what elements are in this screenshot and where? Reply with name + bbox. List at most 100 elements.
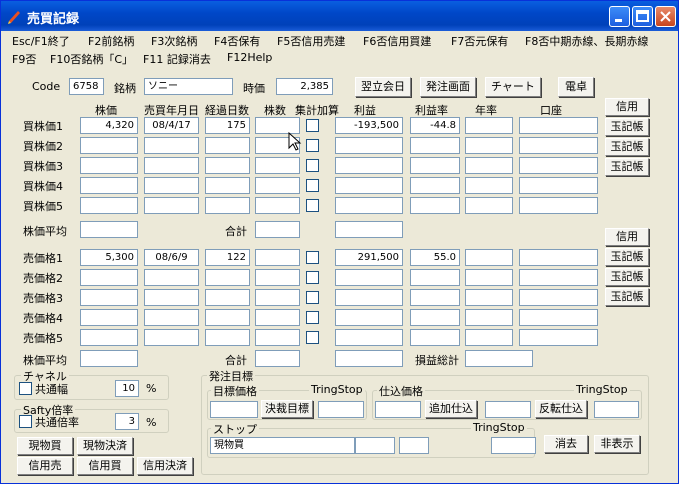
sell-ledger-button[interactable]: 玉記帳 — [605, 248, 649, 266]
buy-rate-field[interactable] — [410, 137, 460, 154]
sell-profit-field[interactable]: 291,500 — [335, 249, 403, 266]
buy-date-field[interactable] — [144, 177, 199, 194]
buy-account-field[interactable] — [519, 177, 598, 194]
menu-help[interactable]: F12Help — [227, 51, 272, 64]
minimize-button[interactable] — [609, 6, 630, 27]
buy-date-field[interactable]: 08/4/17 — [144, 117, 199, 134]
buy-shares-field[interactable] — [255, 177, 300, 194]
order-screen-button[interactable]: 発注画面 — [420, 77, 476, 97]
buy-annual-field[interactable] — [465, 177, 513, 194]
sell-annual-field[interactable] — [465, 289, 513, 306]
aggregate-checkbox[interactable] — [306, 271, 319, 284]
menu-not-original[interactable]: F7否元保有 — [451, 33, 508, 49]
sell-annual-field[interactable] — [465, 309, 513, 326]
credit-buy-button[interactable]: 信用買 — [77, 457, 133, 475]
sell-date-field[interactable] — [144, 289, 199, 306]
calculator-button[interactable]: 電卓 — [558, 77, 594, 97]
sell-shares-field[interactable] — [255, 269, 300, 286]
sell-total-shares-field[interactable] — [255, 350, 300, 367]
buy-profit-field[interactable] — [335, 137, 403, 154]
sell-price-field[interactable] — [80, 289, 138, 306]
common-width-checkbox[interactable] — [19, 382, 32, 395]
buy-date-field[interactable] — [144, 137, 199, 154]
hide-button[interactable]: 非表示 — [594, 435, 640, 453]
sell-rate-field[interactable]: 55.0 — [410, 249, 460, 266]
sell-date-field[interactable] — [144, 309, 199, 326]
title-bar[interactable]: 売買記録 — [1, 1, 678, 31]
buy-shares-field[interactable] — [255, 197, 300, 214]
sell-shares-field[interactable] — [255, 309, 300, 326]
aggregate-checkbox[interactable] — [306, 311, 319, 324]
menu-clear-record[interactable]: F11 記録消去 — [143, 51, 211, 67]
aggregate-checkbox[interactable] — [306, 199, 319, 212]
buy-date-field[interactable] — [144, 197, 199, 214]
sell-shares-field[interactable] — [255, 249, 300, 266]
stop-type-field[interactable]: 現物買 — [210, 437, 355, 454]
buy-price-field[interactable]: 4,320 — [80, 117, 138, 134]
aggregate-checkbox[interactable] — [306, 119, 319, 132]
menu-not-held[interactable]: F4否保有 — [214, 33, 260, 49]
aggregate-checkbox[interactable] — [306, 251, 319, 264]
buy-profit-field[interactable] — [335, 177, 403, 194]
loss-total-field[interactable] — [465, 350, 533, 367]
buy-days-field[interactable] — [205, 157, 250, 174]
buy-price-field[interactable] — [80, 137, 138, 154]
sell-date-field[interactable] — [144, 269, 199, 286]
sell-rate-field[interactable] — [410, 309, 460, 326]
menu-f9[interactable]: F9否 — [12, 51, 36, 67]
buy-date-field[interactable] — [144, 157, 199, 174]
spot-settle-button[interactable]: 現物決済 — [77, 437, 133, 455]
buy-rate-field[interactable]: -44.8 — [410, 117, 460, 134]
sell-profit-field[interactable] — [335, 329, 403, 346]
sell-annual-field[interactable] — [465, 269, 513, 286]
sell-shares-field[interactable] — [255, 329, 300, 346]
clear-button[interactable]: 消去 — [544, 435, 588, 453]
maximize-button[interactable] — [632, 6, 653, 27]
safety-value-field[interactable]: 3 — [115, 413, 139, 430]
buy-days-field[interactable] — [205, 197, 250, 214]
buy-account-field[interactable] — [519, 197, 598, 214]
sell-price-field[interactable] — [80, 269, 138, 286]
menu-not-red-lines[interactable]: F8否中期赤線、長期赤線 — [525, 33, 648, 49]
buy-average-field[interactable] — [80, 221, 138, 238]
buy-profit-field[interactable]: -193,500 — [335, 117, 403, 134]
purchase-field-2[interactable] — [485, 401, 531, 418]
buy-rate-field[interactable] — [410, 197, 460, 214]
sell-date-field[interactable]: 08/6/9 — [144, 249, 199, 266]
sell-rate-field[interactable] — [410, 289, 460, 306]
sell-account-field[interactable] — [519, 329, 598, 346]
price-field[interactable]: 2,385 — [276, 78, 333, 95]
buy-annual-field[interactable] — [465, 197, 513, 214]
buy-rate-field[interactable] — [410, 177, 460, 194]
buy-account-field[interactable] — [519, 137, 598, 154]
sell-days-field[interactable]: 122 — [205, 249, 250, 266]
stop-price-field[interactable] — [355, 437, 395, 454]
sell-account-field[interactable] — [519, 249, 598, 266]
buy-account-field[interactable] — [519, 117, 598, 134]
sell-rate-field[interactable] — [410, 269, 460, 286]
add-purchase-button[interactable]: 追加仕込 — [425, 400, 477, 418]
purchase-price-field[interactable] — [375, 401, 421, 418]
aggregate-checkbox[interactable] — [306, 291, 319, 304]
sell-days-field[interactable] — [205, 309, 250, 326]
buy-rate-field[interactable] — [410, 157, 460, 174]
buy-annual-field[interactable] — [465, 117, 513, 134]
code-field[interactable]: 6758 — [69, 78, 104, 95]
sell-price-field[interactable] — [80, 329, 138, 346]
buy-profit-field[interactable] — [335, 197, 403, 214]
stop-tringstop-field[interactable] — [491, 437, 536, 454]
buy-price-field[interactable] — [80, 177, 138, 194]
aggregate-checkbox[interactable] — [306, 159, 319, 172]
buy-annual-field[interactable] — [465, 137, 513, 154]
sell-account-field[interactable] — [519, 309, 598, 326]
buy-ledger-button[interactable]: 玉記帳 — [605, 158, 649, 176]
common-ratio-checkbox[interactable] — [19, 415, 32, 428]
chart-button[interactable]: チャート — [485, 77, 541, 97]
spot-buy-button[interactable]: 現物買 — [17, 437, 73, 455]
menu-next-stock[interactable]: F3次銘柄 — [151, 33, 197, 49]
buy-annual-field[interactable] — [465, 157, 513, 174]
sell-total-profit-field[interactable] — [335, 350, 403, 367]
buy-price-field[interactable] — [80, 197, 138, 214]
sell-account-field[interactable] — [519, 289, 598, 306]
sell-days-field[interactable] — [205, 269, 250, 286]
